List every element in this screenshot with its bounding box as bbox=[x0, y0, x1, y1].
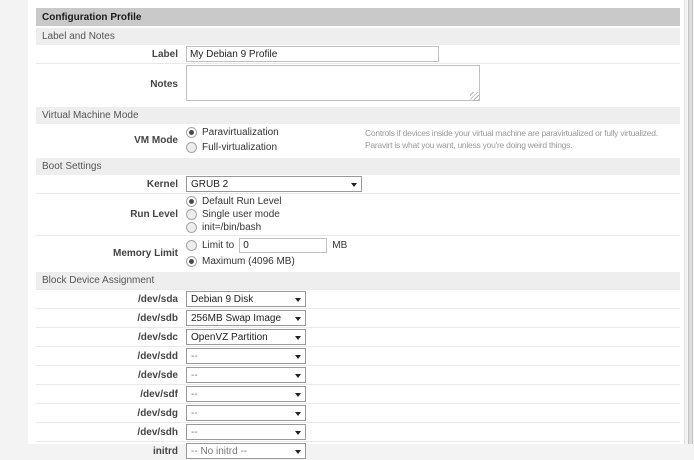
resize-grip-icon[interactable] bbox=[470, 92, 479, 101]
device-select-value: -- No initrd -- bbox=[191, 446, 247, 457]
vm-mode-help-text: Controls if devices inside your virtual … bbox=[365, 127, 658, 151]
device-select-sda[interactable]: Debian 9 Disk bbox=[186, 291, 306, 307]
run-level-option-label: init=/bin/bash bbox=[202, 222, 261, 233]
section-header-vm-mode: Virtual Machine Mode bbox=[36, 107, 680, 124]
scrollbar-thumb[interactable] bbox=[688, 0, 693, 444]
device-select-sdh[interactable]: -- bbox=[186, 424, 306, 440]
kernel-select[interactable]: GRUB 2 bbox=[186, 176, 362, 192]
device-row-sdc: /dev/sdc OpenVZ Partition bbox=[36, 327, 680, 346]
kernel-row: Kernel GRUB 2 bbox=[36, 175, 680, 193]
device-label: /dev/sdc bbox=[36, 332, 182, 343]
run-level-option-single-user[interactable]: Single user mode bbox=[186, 208, 282, 221]
device-row-sdf: /dev/sdf -- bbox=[36, 384, 680, 403]
label-field-label: Label bbox=[36, 49, 182, 60]
device-select-value: -- bbox=[191, 389, 198, 400]
section-header-boot-settings: Boot Settings bbox=[36, 158, 680, 175]
vertical-scrollbar[interactable] bbox=[687, 0, 694, 444]
device-select-sdg[interactable]: -- bbox=[186, 405, 306, 421]
configuration-profile-panel: Configuration Profile Label and Notes La… bbox=[28, 0, 685, 444]
device-label: /dev/sdb bbox=[36, 313, 182, 324]
section-header-label-and-notes: Label and Notes bbox=[36, 28, 680, 45]
notes-field-label: Notes bbox=[36, 79, 182, 90]
vm-mode-option-label: Full-virtualization bbox=[202, 142, 277, 153]
device-row-sdb: /dev/sdb 256MB Swap Image bbox=[36, 308, 680, 327]
radio-init-bash[interactable] bbox=[186, 222, 197, 233]
device-select-sdc[interactable]: OpenVZ Partition bbox=[186, 329, 306, 345]
dropdown-arrow-icon bbox=[295, 317, 301, 321]
device-label: initrd bbox=[36, 446, 182, 457]
device-row-sdh: /dev/sdh -- bbox=[36, 422, 680, 441]
device-label: /dev/sdg bbox=[36, 408, 182, 419]
run-level-label: Run Level bbox=[36, 209, 182, 220]
dropdown-arrow-icon bbox=[295, 298, 301, 302]
memory-unit-label: MB bbox=[332, 240, 347, 251]
device-label: /dev/sdh bbox=[36, 427, 182, 438]
device-row-sdd: /dev/sdd -- bbox=[36, 346, 680, 365]
run-level-option-default[interactable]: Default Run Level bbox=[186, 195, 282, 208]
device-select-value: -- bbox=[191, 351, 198, 362]
memory-limit-row: Memory Limit Limit to MB Maximum (4096 M… bbox=[36, 235, 680, 270]
radio-single-user-mode[interactable] bbox=[186, 209, 197, 220]
page-title: Configuration Profile bbox=[36, 8, 680, 26]
vm-mode-option-paravirtualization[interactable]: Paravirtualization bbox=[186, 125, 279, 140]
device-select-value: Debian 9 Disk bbox=[191, 294, 253, 305]
device-select-value: OpenVZ Partition bbox=[191, 332, 268, 343]
device-select-value: -- bbox=[191, 370, 198, 381]
dropdown-arrow-icon bbox=[295, 393, 301, 397]
radio-full-virtualization[interactable] bbox=[186, 142, 197, 153]
run-level-row: Run Level Default Run Level Single user … bbox=[36, 193, 680, 235]
section-header-block-devices: Block Device Assignment bbox=[36, 272, 680, 289]
vm-mode-row: VM Mode Paravirtualization Full-virtuali… bbox=[36, 124, 680, 156]
label-row: Label bbox=[36, 45, 680, 63]
vm-mode-label: VM Mode bbox=[36, 135, 182, 146]
vm-mode-option-label: Paravirtualization bbox=[202, 127, 279, 138]
memory-limit-input[interactable] bbox=[239, 238, 327, 253]
radio-maximum-memory[interactable] bbox=[186, 256, 197, 267]
device-select-value: -- bbox=[191, 427, 198, 438]
device-select-initrd[interactable]: -- No initrd -- bbox=[186, 443, 306, 459]
vm-mode-help-line1: Controls if devices inside your virtual … bbox=[365, 127, 658, 139]
label-input[interactable] bbox=[186, 46, 439, 62]
memory-limit-label: Memory Limit bbox=[36, 248, 182, 259]
device-label: /dev/sde bbox=[36, 370, 182, 381]
kernel-select-value: GRUB 2 bbox=[191, 179, 228, 190]
run-level-option-label: Single user mode bbox=[202, 209, 280, 220]
run-level-option-init-bash[interactable]: init=/bin/bash bbox=[186, 221, 282, 234]
device-select-sde[interactable]: -- bbox=[186, 367, 306, 383]
device-select-sdb[interactable]: 256MB Swap Image bbox=[186, 310, 306, 326]
dropdown-arrow-icon bbox=[295, 355, 301, 359]
memory-limit-option-limit[interactable]: Limit to MB bbox=[186, 237, 347, 254]
vm-mode-help-line2: Paravirt is what you want, unless you're… bbox=[365, 139, 658, 151]
notes-row: Notes bbox=[36, 63, 680, 105]
device-label: /dev/sdd bbox=[36, 351, 182, 362]
dropdown-arrow-icon bbox=[295, 412, 301, 416]
device-select-sdd[interactable]: -- bbox=[186, 348, 306, 364]
device-select-value: -- bbox=[191, 408, 198, 419]
radio-limit-to[interactable] bbox=[186, 240, 197, 251]
device-label: /dev/sdf bbox=[36, 389, 182, 400]
device-select-sdf[interactable]: -- bbox=[186, 386, 306, 402]
dropdown-arrow-icon bbox=[295, 374, 301, 378]
dropdown-arrow-icon bbox=[295, 431, 301, 435]
device-row-sdg: /dev/sdg -- bbox=[36, 403, 680, 422]
device-select-value: 256MB Swap Image bbox=[191, 313, 281, 324]
radio-paravirtualization[interactable] bbox=[186, 127, 197, 138]
notes-textarea[interactable] bbox=[186, 65, 480, 101]
run-level-option-label: Default Run Level bbox=[202, 196, 282, 207]
maximum-memory-label: Maximum (4096 MB) bbox=[202, 256, 295, 267]
memory-limit-option-maximum[interactable]: Maximum (4096 MB) bbox=[186, 254, 347, 269]
vm-mode-option-full-virtualization[interactable]: Full-virtualization bbox=[186, 140, 279, 155]
dropdown-arrow-icon bbox=[295, 336, 301, 340]
radio-default-run-level[interactable] bbox=[186, 196, 197, 207]
dropdown-arrow-icon bbox=[295, 450, 301, 454]
device-label: /dev/sda bbox=[36, 294, 182, 305]
dropdown-arrow-icon bbox=[351, 183, 357, 187]
device-row-sda: /dev/sda Debian 9 Disk bbox=[36, 289, 680, 308]
device-row-sde: /dev/sde -- bbox=[36, 365, 680, 384]
kernel-label: Kernel bbox=[36, 179, 182, 190]
limit-to-label: Limit to bbox=[202, 240, 234, 251]
